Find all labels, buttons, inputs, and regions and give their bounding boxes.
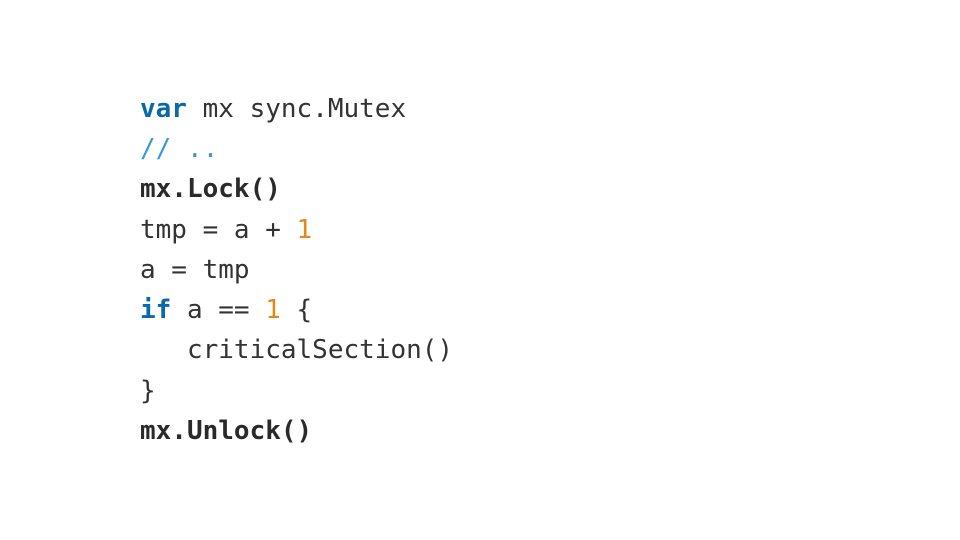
keyword-if: if <box>140 295 171 325</box>
code-text: } <box>140 376 156 406</box>
code-text: criticalSection() <box>140 335 453 365</box>
code-text: a = tmp <box>140 255 250 285</box>
number-literal: 1 <box>265 295 281 325</box>
code-unlock-call: mx.Unlock() <box>140 416 312 446</box>
code-text: a == <box>171 295 265 325</box>
code-text: tmp = a + <box>140 215 297 245</box>
number-literal: 1 <box>297 215 313 245</box>
code-text: { <box>281 295 312 325</box>
code-comment: // .. <box>140 134 218 164</box>
keyword-var: var <box>140 94 187 124</box>
code-text: mx sync.Mutex <box>187 94 406 124</box>
code-snippet: var mx sync.Mutex // .. mx.Lock() tmp = … <box>140 89 453 452</box>
code-lock-call: mx.Lock() <box>140 174 281 204</box>
